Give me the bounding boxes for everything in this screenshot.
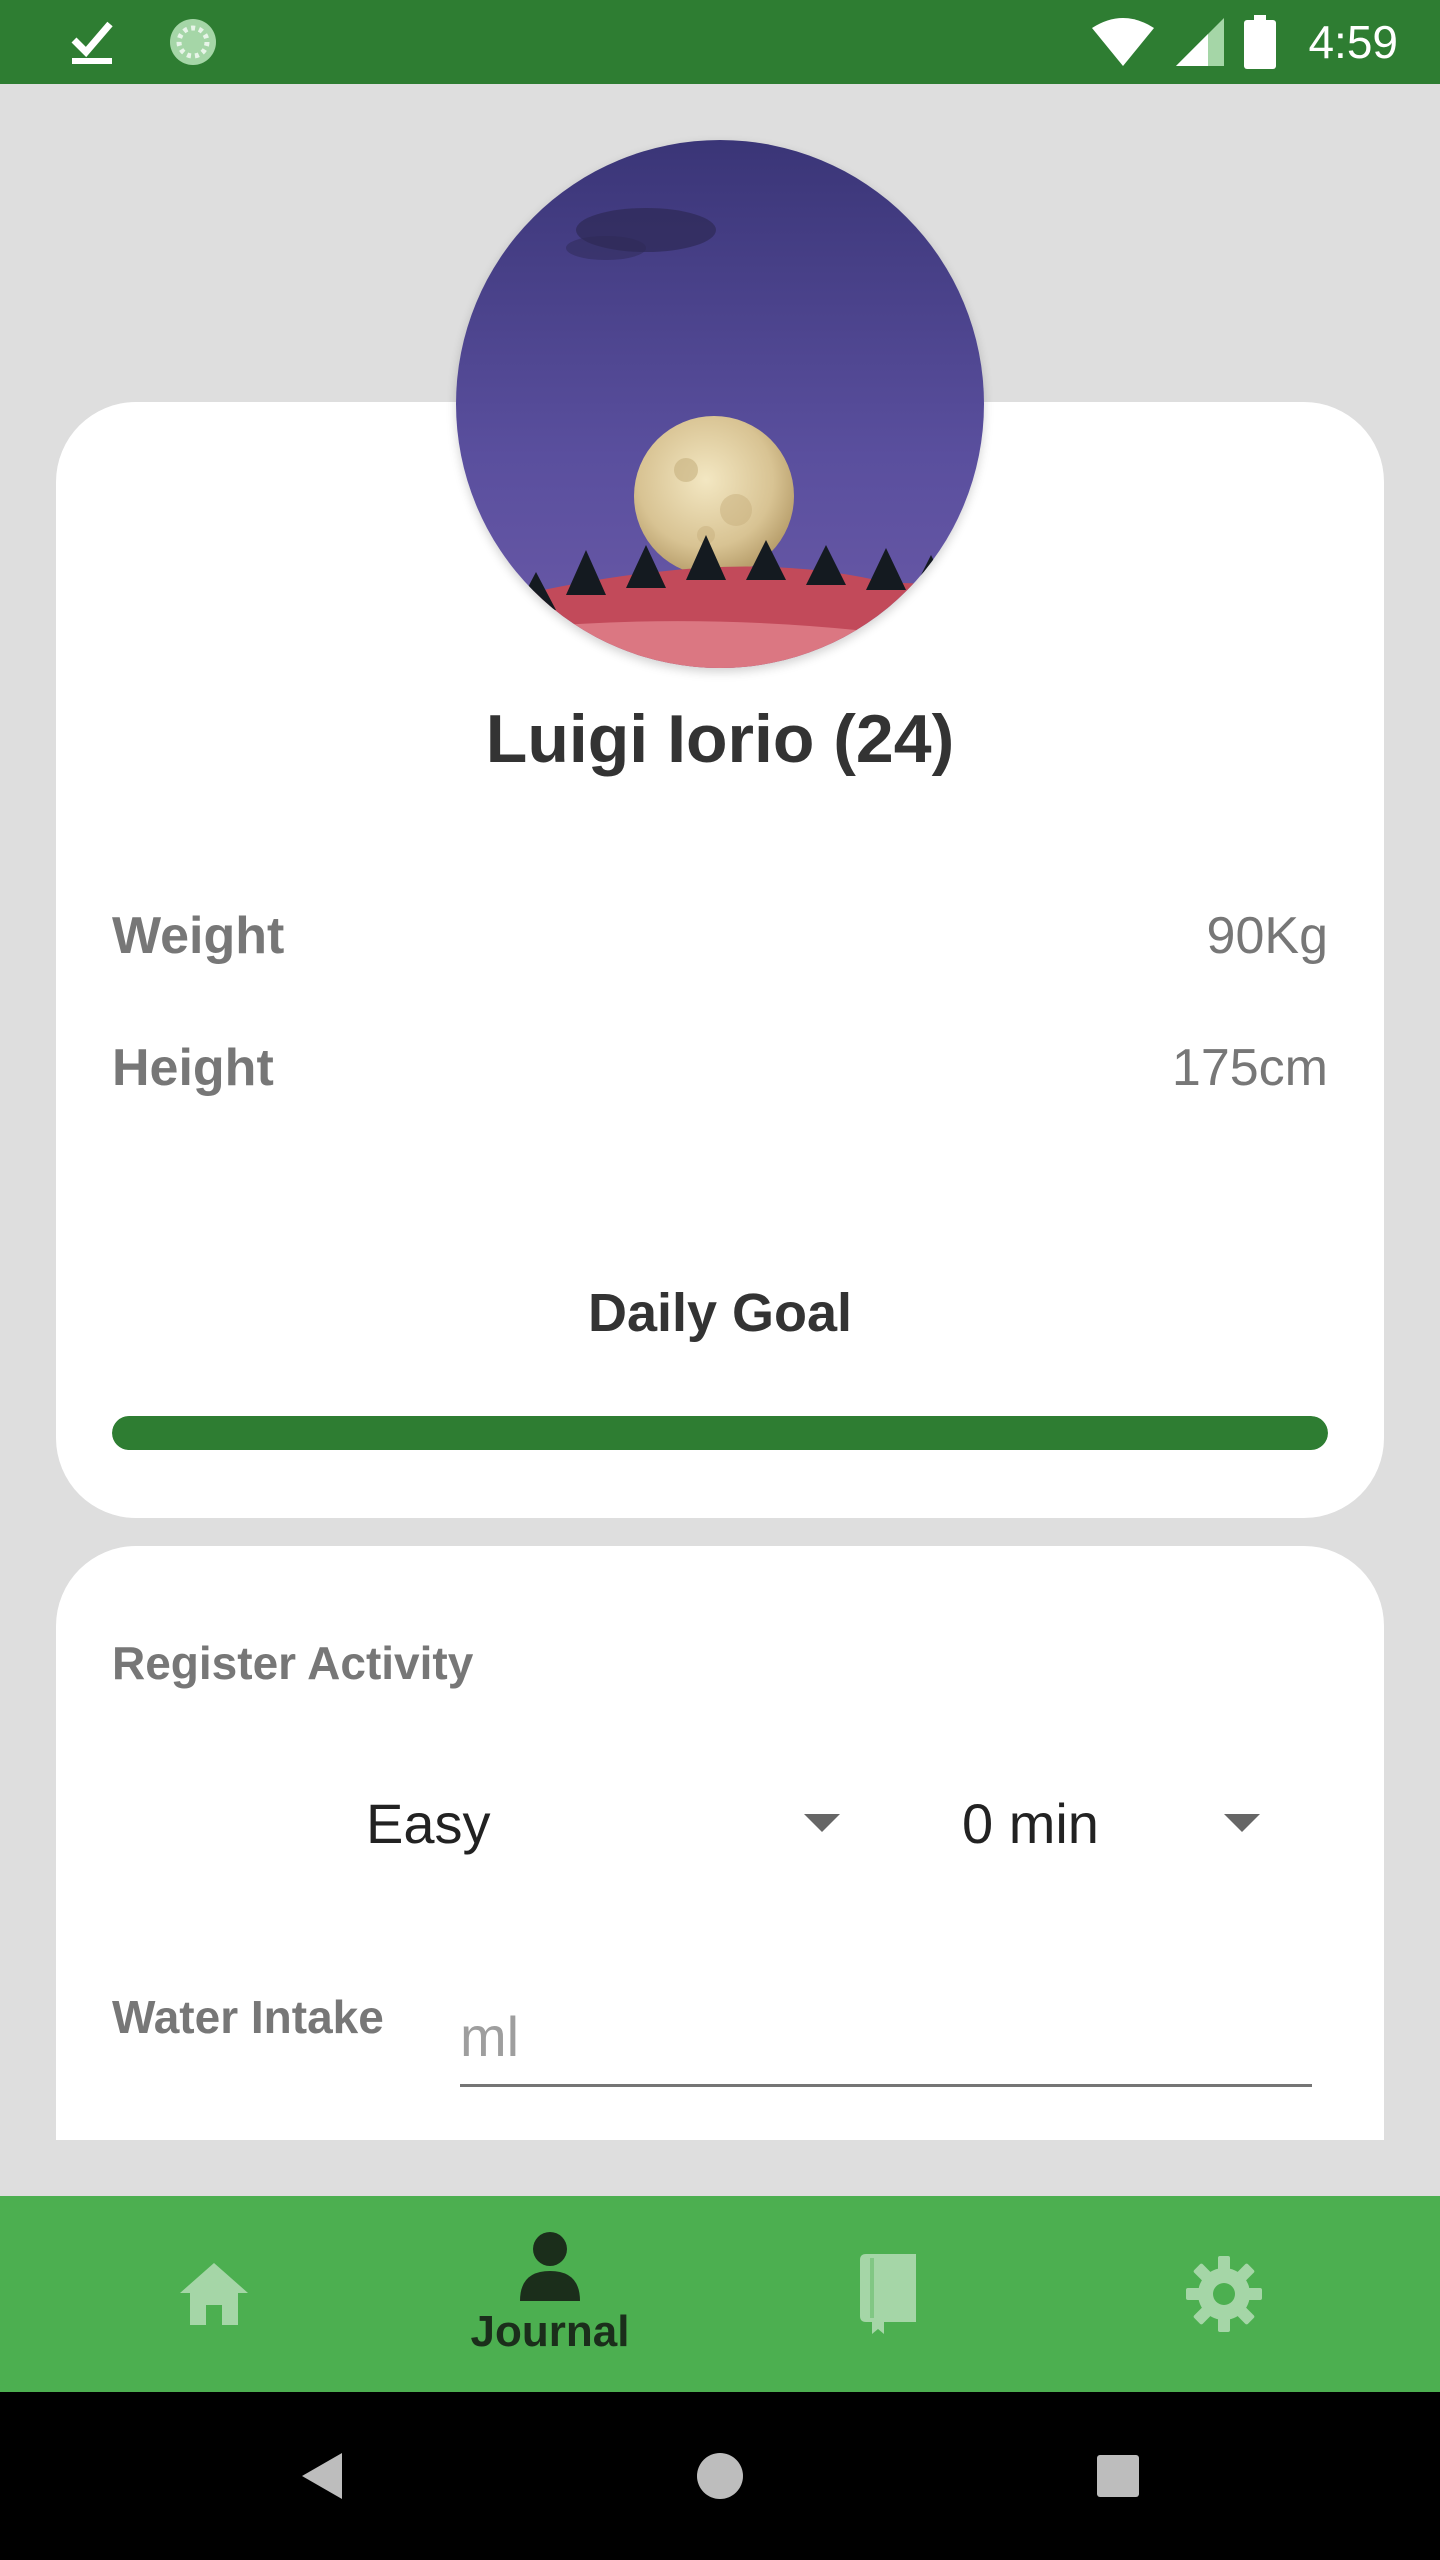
home-circle-icon <box>697 2453 743 2499</box>
nav-journal-label: Journal <box>470 2307 630 2356</box>
back-button[interactable] <box>282 2436 362 2516</box>
chevron-down-icon <box>1224 1814 1260 1832</box>
recents-square-icon <box>1097 2455 1139 2497</box>
status-bar: 4:59 <box>0 0 1440 84</box>
battery-icon <box>1244 15 1277 69</box>
nav-journal[interactable]: Journal <box>370 2196 730 2392</box>
nav-settings[interactable] <box>1044 2196 1404 2392</box>
check-notification-icon <box>71 21 113 64</box>
register-activity-title: Register Activity <box>112 1637 474 1689</box>
daily-goal-title: Daily Goal <box>587 1283 853 1343</box>
intensity-dropdown[interactable]: Easy <box>366 1778 846 1868</box>
system-nav-bar <box>0 2392 1440 2560</box>
wifi-icon <box>1092 18 1155 66</box>
nav-home[interactable] <box>34 2196 394 2392</box>
intensity-selected-value: Easy <box>366 1791 491 1855</box>
chevron-down-icon <box>804 1814 840 1832</box>
person-icon <box>520 2232 580 2301</box>
book-icon <box>860 2254 916 2334</box>
home-icon <box>180 2263 248 2325</box>
weight-value: 90Kg <box>1206 907 1328 965</box>
status-bar-right: 4:59 <box>1090 14 1398 70</box>
home-button[interactable] <box>680 2436 760 2516</box>
duration-dropdown[interactable]: 0 min <box>962 1778 1282 1868</box>
height-value: 175cm <box>1171 1039 1328 1097</box>
recents-button[interactable] <box>1078 2436 1158 2516</box>
signal-icon <box>1176 18 1225 66</box>
duration-selected-value: 0 min <box>962 1791 1099 1855</box>
profile-name: Luigi Iorio (24) <box>485 701 955 777</box>
height-label: Height <box>112 1039 274 1097</box>
daily-goal-progress-fill <box>112 1416 1328 1450</box>
avatar[interactable] <box>456 140 984 668</box>
water-intake-label: Water Intake <box>112 1991 384 2043</box>
water-intake-input[interactable] <box>460 1988 1312 2087</box>
bottom-nav: Journal <box>0 2196 1440 2392</box>
daily-goal-progress <box>112 1416 1328 1450</box>
nav-book[interactable] <box>708 2196 1068 2392</box>
sync-notification-icon <box>170 19 216 65</box>
status-bar-left <box>70 14 220 70</box>
status-time: 4:59 <box>1308 16 1398 68</box>
avatar-moon-photo <box>456 140 984 668</box>
gear-icon <box>1186 2256 1262 2332</box>
weight-label: Weight <box>112 907 285 965</box>
back-triangle-icon <box>302 2453 342 2499</box>
